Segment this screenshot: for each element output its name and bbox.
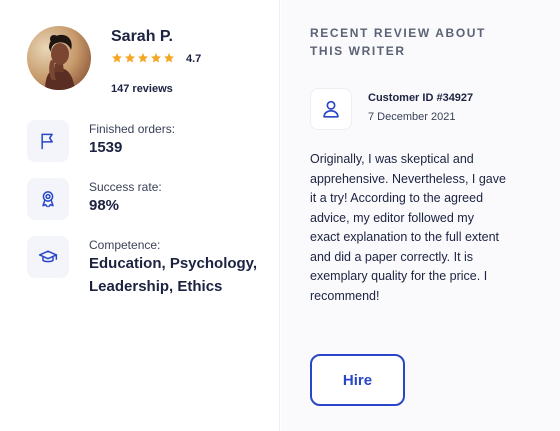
review-text-line: Originally, I was skeptical and: [310, 152, 474, 166]
writer-card: Sarah P. 4.7 147 reviews Finished orders…: [0, 0, 560, 431]
success-rate-value: 98%: [89, 197, 120, 214]
competence-line: Leadership, Ethics: [89, 278, 223, 295]
writer-name: Sarah P.: [111, 28, 173, 45]
success-rate-label: Success rate:: [89, 180, 162, 194]
star-icon: [164, 53, 174, 63]
review-text-line: and did a paper correctly. It is: [310, 249, 474, 264]
review-text-line: exact explanation to the full extent: [310, 230, 500, 244]
star-icon: [138, 53, 148, 63]
writer-avatar: [27, 26, 91, 90]
flag-icon: [27, 120, 69, 162]
writer-profile-panel: Sarah P. 4.7 147 reviews Finished orders…: [0, 0, 280, 431]
customer-id: Customer ID #34927: [368, 92, 474, 104]
heading-line: THIS WRITER: [310, 44, 406, 58]
competence-value: Education, Psychology, Leadership, Ethic…: [89, 252, 257, 298]
hire-button[interactable]: Hire: [310, 354, 405, 406]
graduation-cap-icon: [27, 236, 69, 278]
review-count: 147 reviews: [111, 83, 173, 95]
star-icon: [151, 53, 161, 63]
competence-line: Education, Psychology,: [89, 255, 258, 272]
recent-review-heading: RECENT REVIEW ABOUT THIS WRITER: [310, 24, 530, 60]
review-text-line: apprehensive. Nevertheless, I gave: [310, 171, 506, 186]
rating-value: 4.7: [186, 53, 202, 65]
review-text-line: advice, my editor followed my: [310, 210, 474, 225]
star-icon: [125, 53, 135, 63]
review-text-line: exemplary quality for the price. I: [310, 269, 488, 283]
review-text: Originally, I was skeptical and apprehen…: [310, 150, 542, 306]
finished-orders-value: 1539: [89, 139, 123, 156]
review-date: 7 December 2021: [368, 111, 456, 123]
competence-label: Competence:: [89, 238, 161, 252]
award-ribbon-icon: [27, 178, 69, 220]
star-rating: [111, 52, 175, 64]
user-icon: [310, 88, 352, 130]
review-text-line: it a try! According to the agreed: [310, 191, 484, 205]
heading-line: RECENT REVIEW ABOUT: [310, 26, 486, 40]
finished-orders-label: Finished orders:: [89, 122, 176, 136]
review-text-line: recommend!: [310, 288, 380, 303]
star-icon: [112, 53, 122, 63]
